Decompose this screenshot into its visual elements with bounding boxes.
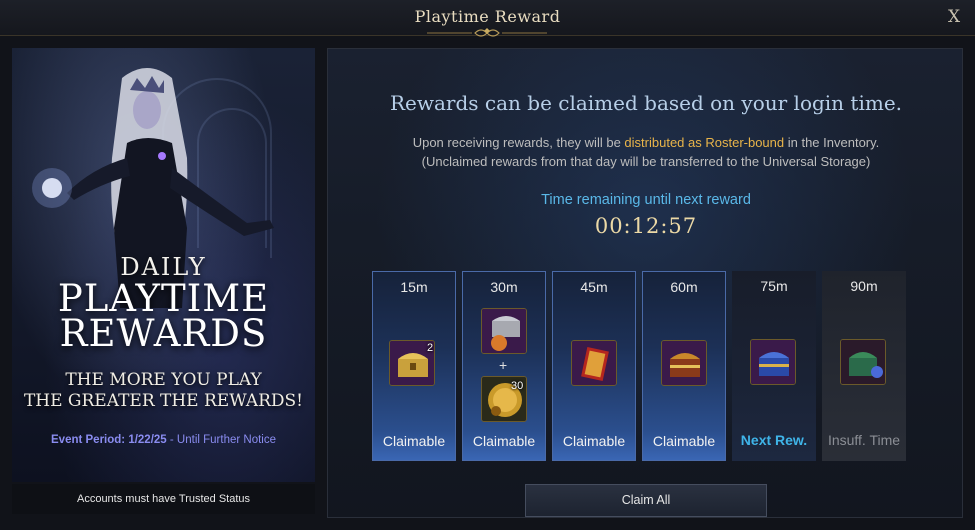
countdown-timer: 00:12:57 <box>594 214 698 238</box>
reward-panel: Rewards can be claimed based on your log… <box>327 48 963 518</box>
reward-status: Insuff. Time <box>827 432 901 448</box>
event-period: Event Period: 1/22/25 - Until Further No… <box>12 434 315 446</box>
reward-slot-90m[interactable]: 90m Insuff. Time <box>822 271 906 461</box>
reward-time: 60m <box>670 279 698 295</box>
reward-time: 30m <box>490 279 518 295</box>
reward-time: 75m <box>760 278 788 294</box>
reward-slot-30m[interactable]: 30m + 30 Claimable <box>462 271 546 461</box>
reward-time: 90m <box>850 278 878 294</box>
panel-description-2: (Unclaimed rewards from that day will be… <box>421 154 871 169</box>
reward-slot-15m[interactable]: 15m 2 Claimable <box>372 271 456 461</box>
reward-status: Claimable <box>472 433 536 449</box>
panel-headline: Rewards can be claimed based on your log… <box>389 91 903 115</box>
reward-time: 45m <box>580 279 608 295</box>
reward-status: Claimable <box>652 433 716 449</box>
claim-all-button[interactable]: Claim All <box>525 484 767 517</box>
reward-slot-45m[interactable]: 45m Claimable <box>552 271 636 461</box>
reward-status: Next Rew. <box>740 432 808 448</box>
desc-1-before: Upon receiving rewards, they will be <box>412 135 625 150</box>
banner-tagline-1: THE MORE YOU PLAY <box>65 370 262 390</box>
banner-tagline-2: THE GREATER THE REWARDS! <box>23 391 304 411</box>
item-quantity: 30 <box>511 380 524 392</box>
time-remaining-label: Time remaining until next reward <box>541 192 751 208</box>
event-banner: DAILY PLAYTIME REWARDS THE MORE YOU PLAY… <box>12 48 315 482</box>
blue-chest-icon <box>750 339 796 385</box>
event-period-suffix: - Until Further Notice <box>166 434 276 446</box>
reward-status: Claimable <box>382 433 446 449</box>
banner-rewards-text: REWARDS <box>59 312 268 355</box>
silver-chest-pouch-icon <box>481 308 527 354</box>
title-bar: Playtime Reward X <box>0 0 975 37</box>
event-period-date: Event Period: 1/22/25 <box>51 434 167 446</box>
window-title: Playtime Reward <box>414 7 561 26</box>
close-button[interactable]: X <box>943 6 965 28</box>
reward-slot-75m[interactable]: 75m Next Rew. <box>732 271 816 461</box>
trusted-status-note: Accounts must have Trusted Status <box>12 484 315 514</box>
plus-sign: + <box>499 357 508 373</box>
red-card-icon <box>571 340 617 386</box>
item-quantity: 2 <box>427 342 434 354</box>
reward-slot-60m[interactable]: 60m Claimable <box>642 271 726 461</box>
ornate-chest-icon <box>661 340 707 386</box>
panel-description-1: Upon receiving rewards, they will be dis… <box>328 135 964 150</box>
desc-1-after: in the Inventory. <box>784 135 880 150</box>
reward-time: 15m <box>400 279 428 295</box>
reward-status: Claimable <box>562 433 626 449</box>
title-ornament-icon <box>427 28 547 37</box>
roster-bound-highlight: distributed as Roster-bound <box>624 135 785 150</box>
green-chest-icon <box>840 339 886 385</box>
